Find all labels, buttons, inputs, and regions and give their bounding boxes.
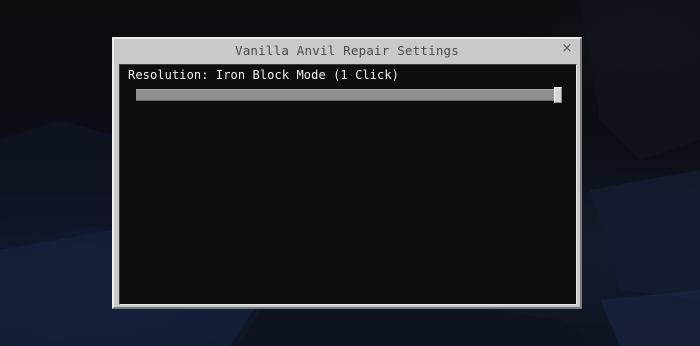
slider-track[interactable] — [136, 89, 554, 101]
slider-thumb[interactable] — [554, 87, 562, 103]
dialog-title: Vanilla Anvil Repair Settings — [234, 43, 460, 58]
close-icon[interactable]: × — [560, 41, 574, 57]
settings-dialog: Vanilla Anvil Repair Settings × Resoluti… — [112, 37, 582, 309]
game-world-background: Vanilla Anvil Repair Settings × Resoluti… — [0, 0, 700, 346]
resolution-slider[interactable] — [136, 87, 562, 103]
resolution-setting-label: Resolution: Iron Block Mode (1 Click) — [128, 68, 400, 82]
settings-content-panel: Resolution: Iron Block Mode (1 Click) — [119, 64, 577, 305]
dialog-titlebar: Vanilla Anvil Repair Settings × — [114, 39, 580, 63]
